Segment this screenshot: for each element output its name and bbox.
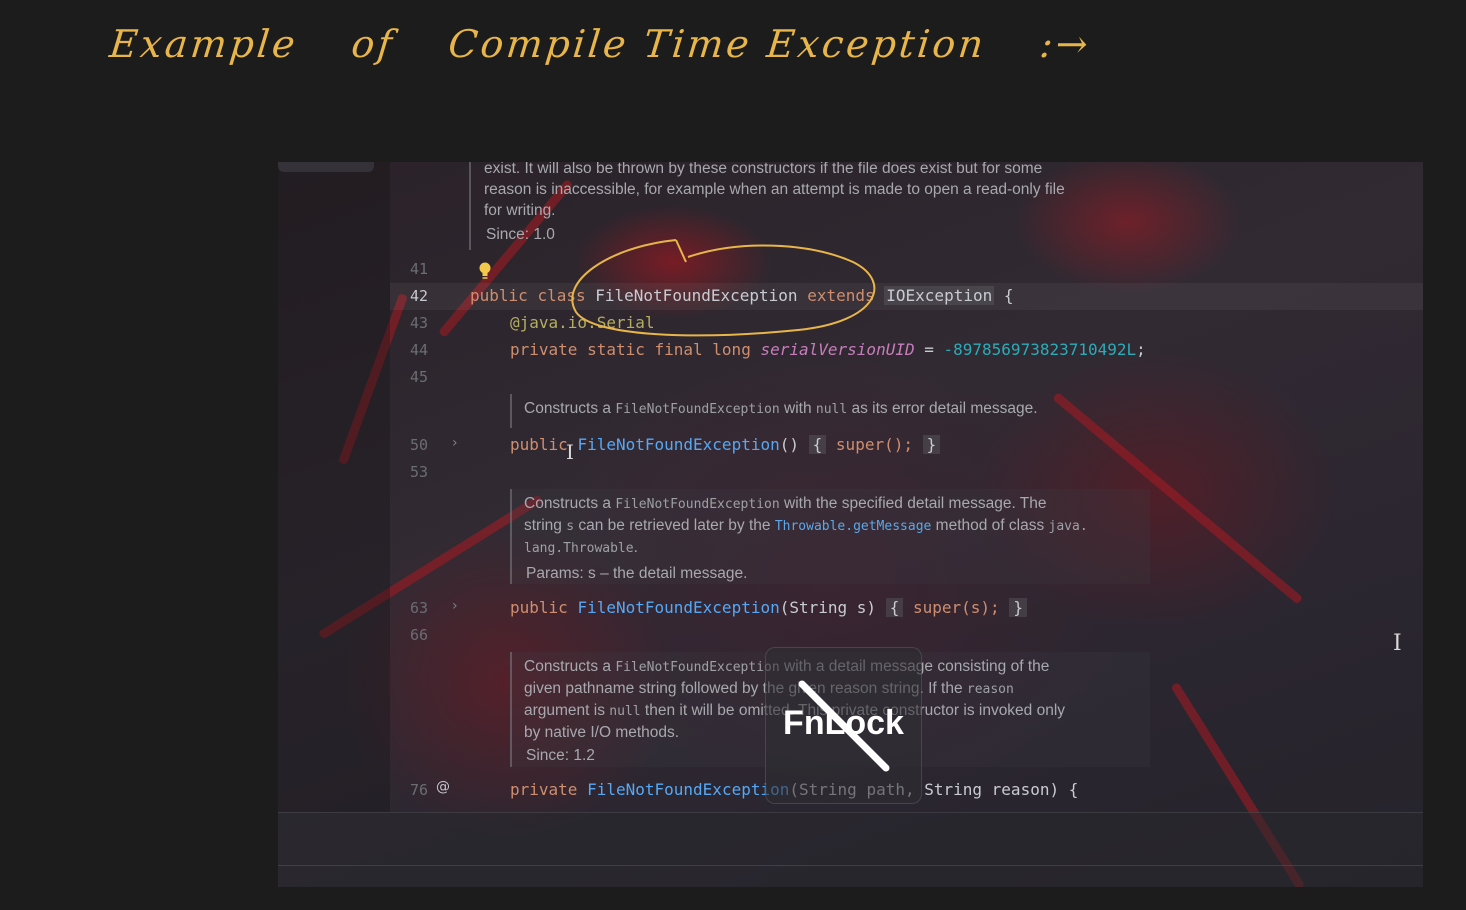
doc-code: java. <box>1048 519 1088 534</box>
text-cursor-icon: I <box>566 440 574 464</box>
strike-icon <box>798 680 890 772</box>
doc-code: null <box>609 704 641 719</box>
fnlock-overlay: FnLock <box>765 647 922 804</box>
doc-code: null <box>815 402 848 417</box>
operator: = <box>914 340 944 359</box>
params-tag: Params: s – the detail message. <box>526 565 748 582</box>
code-line-44[interactable]: private static final long serialVersionU… <box>510 340 1146 359</box>
keyword: private <box>510 780 578 799</box>
keyword: extends <box>807 286 875 305</box>
doc-comment-2: Constructs a FileNotFoundException with … <box>524 493 1088 559</box>
doc-text: method of class <box>931 517 1049 534</box>
line-number: 76 <box>409 781 428 799</box>
constructor-name: FileNotFoundException <box>577 598 780 617</box>
keyword: public <box>470 286 528 305</box>
doc-code: lang.Throwable <box>524 541 634 556</box>
doc-text: argument is <box>524 702 610 719</box>
modifiers: private static final long <box>510 340 751 359</box>
code-line-43[interactable]: @java.io.Serial <box>510 313 655 332</box>
override-marker[interactable]: @ <box>436 779 450 795</box>
code-line-50[interactable]: public FileNotFoundException() { super()… <box>510 435 941 454</box>
doc-line: Constructs a FileNotFoundException with … <box>524 493 1088 515</box>
folded-brace[interactable]: } <box>1009 598 1027 617</box>
hw-arrow: :→ <box>1037 22 1093 66</box>
bottom-panel <box>278 812 1423 887</box>
superclass-name: IOException <box>884 286 995 305</box>
parens: () <box>779 435 799 454</box>
keyword: class <box>537 286 586 305</box>
doc-text: Constructs a <box>524 658 616 675</box>
hw-word-compile-time-exception: Compile Time Exception <box>446 22 989 66</box>
keyword: public <box>510 598 568 617</box>
constructor-name: FileNotFoundException <box>577 435 780 454</box>
hw-word-example: Example <box>107 22 301 66</box>
line-number: 63 <box>409 599 428 617</box>
fold-chevron-icon[interactable]: › <box>452 598 458 614</box>
doc-text: Constructs a <box>524 495 616 512</box>
doc-line: reason is inaccessible, for example when… <box>484 181 1065 198</box>
line-number: 66 <box>409 626 428 644</box>
doc-text: . <box>633 539 638 556</box>
constructor-name: FileNotFoundException <box>587 780 790 799</box>
keyword: public <box>510 435 568 454</box>
doc-bar <box>510 394 512 428</box>
doc-bar <box>510 652 512 767</box>
lightbulb-icon[interactable] <box>478 262 492 280</box>
line-number: 42 <box>409 287 428 305</box>
code-line-42[interactable]: public class FileNotFoundException exten… <box>470 286 1014 305</box>
params: (String s) <box>779 598 877 617</box>
folded-brace[interactable]: } <box>922 435 941 454</box>
line-number: 44 <box>409 341 428 359</box>
doc-bar <box>469 162 471 250</box>
code-line-63[interactable]: public FileNotFoundException(String s) {… <box>510 598 1027 617</box>
handwritten-title: Example of Compile Time Exception :→ <box>104 22 1093 102</box>
doc-text: as its error detail message. <box>847 400 1038 417</box>
hw-word-of: of <box>349 22 397 66</box>
side-tab[interactable] <box>278 162 374 172</box>
line-number: 41 <box>409 260 428 278</box>
line-number: 53 <box>409 463 428 481</box>
folded-body: super(s); <box>912 598 1000 617</box>
class-name: FileNotFoundException <box>595 286 798 305</box>
doc-code: FileNotFoundException <box>615 660 780 675</box>
line-number: 43 <box>409 314 428 332</box>
field-name: serialVersionUID <box>760 340 915 359</box>
doc-bar <box>510 489 512 584</box>
doc-code: FileNotFoundException <box>615 402 780 417</box>
doc-text: with the specified detail message. The <box>779 495 1047 512</box>
doc-text: can be retrieved later by the <box>574 517 775 534</box>
brace: { <box>1003 286 1014 305</box>
doc-comment-top: exist. It will also be thrown by these c… <box>484 162 1065 221</box>
line-number: 45 <box>409 368 428 386</box>
folded-brace[interactable]: { <box>808 435 827 454</box>
since-tag: Since: 1.0 <box>486 226 555 243</box>
doc-line: lang.Throwable. <box>524 537 1088 559</box>
text-cursor-icon: I <box>1393 631 1402 656</box>
doc-text: Constructs a <box>524 400 616 417</box>
doc-code: s <box>566 519 575 534</box>
divider <box>278 865 1423 866</box>
doc-text: string <box>524 517 567 534</box>
folded-body: super(); <box>835 435 913 454</box>
line-number: 50 <box>409 436 428 454</box>
doc-comment-1: Constructs a FileNotFoundException with … <box>524 398 1038 420</box>
doc-line: for writing. <box>484 202 556 219</box>
fold-chevron-icon[interactable]: › <box>452 435 458 451</box>
doc-code: reason <box>966 682 1014 697</box>
doc-text: with <box>779 400 816 417</box>
ide-screenshot: exist. It will also be thrown by these c… <box>278 162 1423 887</box>
since-tag: Since: 1.2 <box>526 747 595 764</box>
folded-brace[interactable]: { <box>885 598 904 617</box>
doc-code: FileNotFoundException <box>615 497 780 512</box>
doc-line: exist. It will also be thrown by these c… <box>484 162 1043 177</box>
number-literal: -897856973823710492L <box>943 340 1137 359</box>
semicolon: ; <box>1136 340 1146 359</box>
doc-link[interactable]: Throwable.getMessage <box>775 519 932 534</box>
doc-line: string s can be retrieved later by the T… <box>524 515 1088 537</box>
